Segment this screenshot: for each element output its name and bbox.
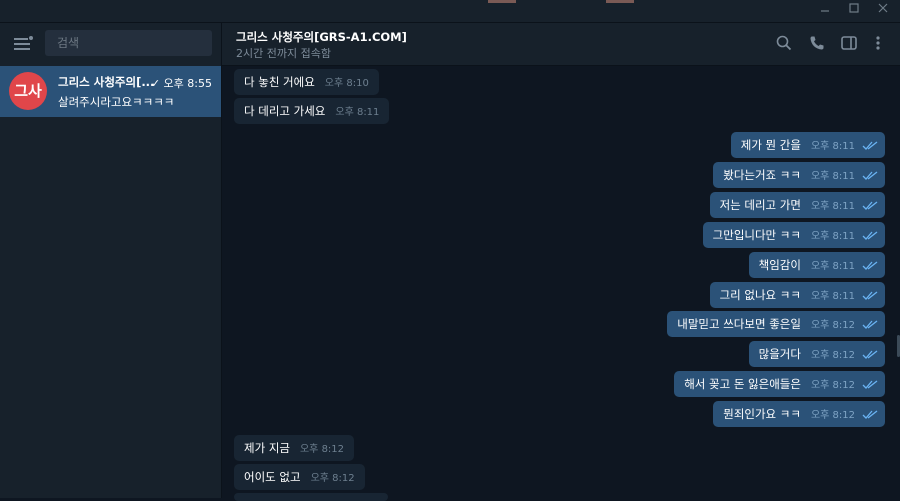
more-vertical-icon[interactable] [869, 34, 887, 52]
read-ticks-icon [862, 261, 878, 270]
chat-header: 그리스 사청주의[GRS-A1.COM] 2시간 전까지 접속함 [222, 23, 900, 66]
message-outgoing[interactable]: 제가 뭔 간을 오후 8:11 [730, 132, 885, 158]
phone-icon[interactable] [808, 34, 826, 52]
message-incoming-partial[interactable] [234, 493, 388, 501]
avatar: 그사 [9, 72, 47, 110]
chat-status: 2시간 전까지 접속함 [236, 47, 331, 60]
titlebar-accent [606, 0, 634, 3]
chat-time: ✓ 오후 8:55 [150, 77, 212, 90]
sidebar-divider [221, 23, 222, 498]
chat-preview: 살려주시라고요ㅋㅋㅋㅋ [58, 95, 175, 109]
message-incoming[interactable]: 제가 지금 오후 8:12 [234, 435, 355, 461]
chat-name: 그리스 사청주의[... [58, 75, 155, 89]
read-ticks-icon [862, 171, 878, 180]
message-outgoing[interactable]: 뭔죄인가요 ㅋㅋ 오후 8:12 [713, 401, 885, 427]
message-outgoing[interactable]: 해서 꽂고 돈 잃은애들은 오후 8:12 [674, 371, 885, 397]
minimize-icon[interactable] [810, 0, 840, 22]
read-ticks-icon [862, 141, 878, 150]
message-outgoing[interactable]: 저는 데리고 가면 오후 8:11 [709, 192, 885, 218]
message-incoming[interactable]: 어이도 없고 오후 8:12 [234, 464, 365, 490]
read-ticks-icon [862, 231, 878, 240]
search-icon[interactable] [775, 34, 793, 52]
message-incoming[interactable]: 다 놓친 거에요 오후 8:10 [234, 69, 379, 95]
chat-list-sidebar: 검색 그사 그리스 사청주의[... ✓ 오후 8:55 살려주시라고요ㅋㅋㅋㅋ [0, 23, 221, 498]
read-ticks-icon [862, 201, 878, 210]
message-outgoing[interactable]: 많을거다 오후 8:12 [748, 341, 885, 367]
message-outgoing[interactable]: 그리 없나요 ㅋㅋ 오후 8:11 [709, 282, 885, 308]
message-outgoing[interactable]: 그만입니다만 ㅋㅋ 오후 8:11 [702, 222, 885, 248]
close-icon[interactable] [868, 0, 898, 22]
message-incoming[interactable]: 다 데리고 가세요 오후 8:11 [234, 98, 390, 124]
menu-icon[interactable] [14, 36, 36, 52]
maximize-icon[interactable] [839, 0, 869, 22]
window-titlebar [0, 0, 900, 23]
read-ticks-icon [862, 380, 878, 389]
read-ticks-icon [862, 350, 878, 359]
sidebar-toggle-icon[interactable] [840, 34, 858, 52]
message-outgoing[interactable]: 봤다는거죠 ㅋㅋ 오후 8:11 [713, 162, 885, 188]
read-ticks-icon [862, 291, 878, 300]
titlebar-accent [488, 0, 516, 3]
read-ticks-icon [862, 410, 878, 419]
read-ticks-icon [862, 320, 878, 329]
message-outgoing[interactable]: 내말믿고 쓰다보면 좋은일 오후 8:12 [667, 311, 885, 337]
chat-title[interactable]: 그리스 사청주의[GRS-A1.COM] [236, 29, 407, 45]
message-outgoing[interactable]: 책임감이 오후 8:11 [748, 252, 885, 278]
search-input[interactable]: 검색 [45, 30, 212, 56]
chat-list-item[interactable]: 그사 그리스 사청주의[... ✓ 오후 8:55 살려주시라고요ㅋㅋㅋㅋ [0, 66, 221, 117]
